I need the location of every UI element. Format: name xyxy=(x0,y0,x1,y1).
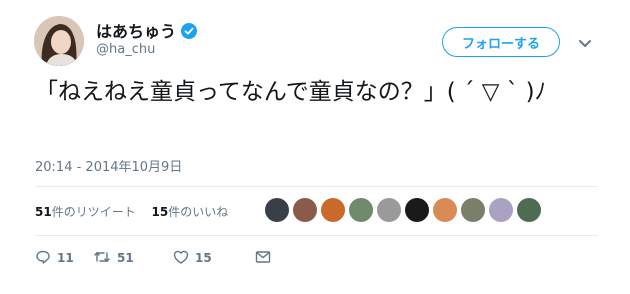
verified-badge-icon xyxy=(181,23,198,39)
like-stat-label: 件のいいね xyxy=(168,205,229,219)
direct-message-button[interactable] xyxy=(255,250,277,267)
like-stat[interactable]: 15件のいいね xyxy=(152,205,229,219)
heart-icon xyxy=(173,249,195,268)
tweet-timestamp[interactable]: 20:14 - 2014年10月9日 xyxy=(35,156,182,175)
reply-icon xyxy=(35,249,57,268)
divider xyxy=(35,186,598,187)
display-name-text: はあちゅう xyxy=(96,22,177,41)
avatar[interactable] xyxy=(34,16,84,66)
tweet-actions: 11 51 15 xyxy=(35,249,277,267)
like-count: 15 xyxy=(195,251,212,265)
liker-avatar[interactable] xyxy=(321,198,345,222)
liker-avatars xyxy=(265,198,545,222)
divider xyxy=(35,235,598,236)
chevron-down-icon[interactable] xyxy=(578,34,592,53)
liker-avatar[interactable] xyxy=(405,198,429,222)
liker-avatar[interactable] xyxy=(265,198,289,222)
retweet-stat-count: 51 xyxy=(35,205,52,219)
retweet-stat[interactable]: 51件のリツイート xyxy=(35,205,136,219)
mail-icon xyxy=(255,250,277,267)
tweet-text: 「ねえねえ童貞ってなんで童貞なの？」( ´ ▽ ` )ﾉ xyxy=(35,79,547,105)
liker-avatar[interactable] xyxy=(293,198,317,222)
retweet-icon xyxy=(93,249,117,268)
display-name[interactable]: はあちゅう xyxy=(96,18,198,42)
retweet-stat-label: 件のリツイート xyxy=(51,205,136,219)
liker-avatar[interactable] xyxy=(489,198,513,222)
engagement-stats: 51件のリツイート 15件のいいね xyxy=(35,203,240,220)
like-stat-count: 15 xyxy=(151,205,169,219)
reply-count: 11 xyxy=(57,251,74,265)
retweet-count: 51 xyxy=(117,251,134,265)
liker-avatar[interactable] xyxy=(461,198,485,222)
reply-button[interactable]: 11 xyxy=(35,249,93,268)
like-button[interactable]: 15 xyxy=(173,249,255,268)
liker-avatar[interactable] xyxy=(349,198,373,222)
retweet-button[interactable]: 51 xyxy=(93,249,173,268)
liker-avatar[interactable] xyxy=(517,198,541,222)
liker-avatar[interactable] xyxy=(377,198,401,222)
user-handle[interactable]: @ha_chu xyxy=(96,42,155,57)
liker-avatar[interactable] xyxy=(433,198,457,222)
follow-button[interactable]: フォローする xyxy=(442,27,560,57)
